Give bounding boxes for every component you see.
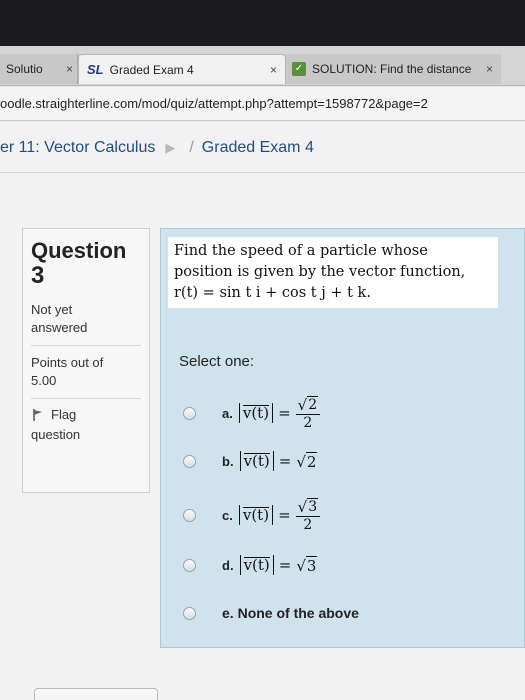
flag-label-line2: question <box>31 427 81 442</box>
option-math: v(t) = √ 3 <box>239 555 318 575</box>
breadcrumb-separator: / <box>189 139 194 156</box>
answer-option-d[interactable]: d. v(t) = √ 3 <box>183 545 318 585</box>
radio-button-icon[interactable] <box>183 508 196 522</box>
address-bar[interactable]: oodle.straighterline.com/mod/quiz/attemp… <box>0 87 525 121</box>
question-label: Question <box>31 238 127 263</box>
option-math: v(t) = √ 3 2 <box>238 497 321 533</box>
breadcrumb-course-link[interactable]: er 11: Vector Calculus <box>0 139 155 157</box>
previous-page-button[interactable]: Previous page <box>34 688 158 700</box>
info-divider <box>31 398 141 399</box>
question-status: Not yet answered <box>31 302 88 335</box>
breadcrumb-current-link[interactable]: Graded Exam 4 <box>202 139 314 157</box>
option-letter: c. <box>222 507 233 523</box>
tab-label: Solutio <box>6 62 43 76</box>
option-math: v(t) = √ 2 2 <box>238 395 321 431</box>
question-number: 3 <box>31 262 45 289</box>
breadcrumb-divider <box>0 172 525 173</box>
triangle-right-icon: ▶ <box>165 140 176 155</box>
tab-bar: Solutio × SL Graded Exam 4 × ✓ SOLUTION:… <box>0 46 525 86</box>
select-one-label: Select one: <box>179 353 255 370</box>
close-icon[interactable]: × <box>270 63 277 77</box>
option-letter: a. <box>222 405 233 421</box>
site-favicon-icon: ✓ <box>292 62 306 76</box>
radio-button-icon[interactable] <box>183 454 196 468</box>
breadcrumb: er 11: Vector Calculus ▶ / Graded Exam 4 <box>0 136 314 160</box>
flag-question-button[interactable]: Flag <box>31 407 141 422</box>
tab-label: SOLUTION: Find the distance <box>312 62 472 76</box>
question-content-panel: Find the speed of a particle whose posit… <box>160 228 525 648</box>
question-points: Points out of 5.00 <box>31 355 104 388</box>
radio-button-icon[interactable] <box>183 558 196 572</box>
answer-option-b[interactable]: b. v(t) = √ 2 <box>183 441 318 481</box>
radio-button-icon[interactable] <box>183 606 196 620</box>
flag-icon <box>33 408 42 421</box>
option-letter: d. <box>222 557 234 573</box>
answer-option-a[interactable]: a. v(t) = √ 2 2 <box>183 393 321 433</box>
close-icon[interactable]: × <box>66 62 73 76</box>
info-divider <box>31 345 141 346</box>
option-letter: b. <box>222 453 234 469</box>
flag-label: Flag <box>51 407 77 422</box>
url-text[interactable]: oodle.straighterline.com/mod/quiz/attemp… <box>0 96 428 111</box>
tab-graded-exam[interactable]: SL Graded Exam 4 × <box>78 54 286 84</box>
quiz-page: er 11: Vector Calculus ▶ / Graded Exam 4… <box>0 122 525 700</box>
tab-label: Graded Exam 4 <box>109 62 194 77</box>
close-icon[interactable]: × <box>486 62 493 76</box>
question-info-panel: Question 3 Not yet answered Points out o… <box>22 228 150 493</box>
answer-option-e[interactable]: e. None of the above <box>183 593 359 633</box>
answer-option-c[interactable]: c. v(t) = √ 3 2 <box>183 495 321 535</box>
sl-logo-icon: SL <box>87 62 104 77</box>
radio-button-icon[interactable] <box>183 406 196 420</box>
option-text: e. None of the above <box>222 605 359 621</box>
browser-window: Solutio × SL Graded Exam 4 × ✓ SOLUTION:… <box>0 46 525 700</box>
tab-solution-distance[interactable]: ✓ SOLUTION: Find the distance × <box>286 54 501 84</box>
option-math: v(t) = √ 2 <box>239 451 318 471</box>
question-text: Find the speed of a particle whose posit… <box>168 237 498 308</box>
tab-solution[interactable]: Solutio × <box>0 54 78 84</box>
